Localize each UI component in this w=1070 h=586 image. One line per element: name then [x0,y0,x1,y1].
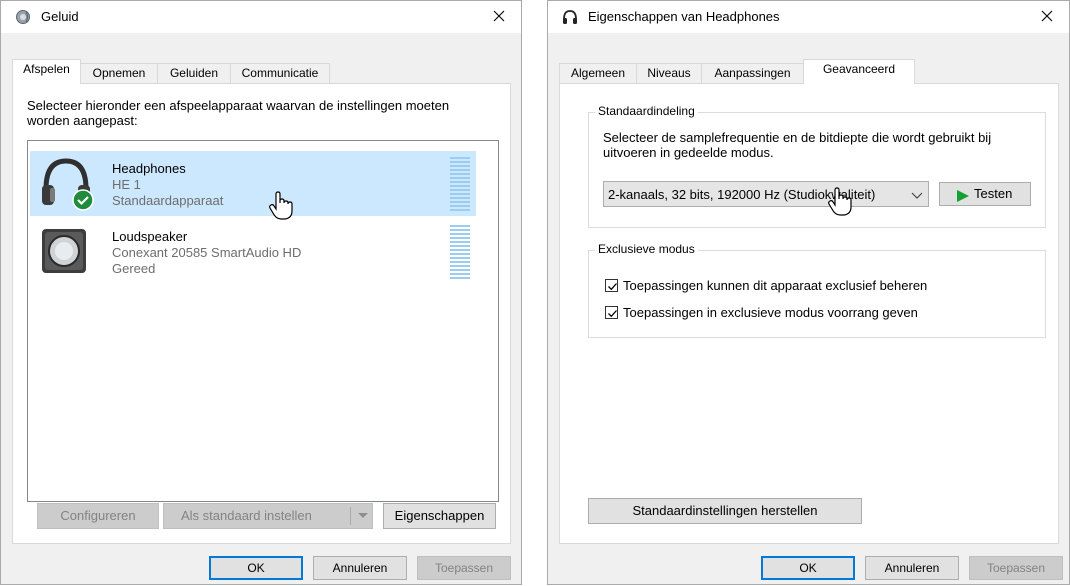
test-label: Testen [974,186,1013,201]
device-status: Standaardapparaat [112,193,224,208]
cancel-button[interactable]: Annuleren [313,556,407,580]
close-button[interactable] [1025,1,1069,33]
format-description: Selecteer de samplefrequentie en de bitd… [603,130,992,160]
close-button[interactable] [477,1,521,33]
tab-page: Selecteer hieronder een afspeelapparaat … [12,83,511,544]
hand-cursor-icon [828,187,854,217]
format-select[interactable]: 2-kanaals, 32 bits, 192000 Hz (Studiokwa… [603,181,929,207]
tab-label: Communicatie [241,66,319,80]
checkbox[interactable] [605,279,618,292]
tab-label: Geluiden [169,66,219,80]
device-name: Headphones [112,161,186,176]
tab-geluiden[interactable]: Geluiden [157,63,231,83]
device-list[interactable]: Headphones HE 1 Standaardapparaat Loudsp… [27,140,499,502]
set-default-label: Als standaard instellen [181,508,312,523]
checkmark-icon [72,189,94,211]
ok-button[interactable]: OK [761,556,855,580]
headphones-icon [562,9,578,25]
play-icon [956,188,970,202]
device-model: HE 1 [112,177,141,192]
volume-meter [450,225,470,281]
properties-dialog: Eigenschappen van Headphones Algemeen Ni… [547,0,1070,585]
device-status: Gereed [112,261,156,276]
dialog-title: Eigenschappen van Headphones [588,9,780,24]
checkbox-label: Toepassingen kunnen dit apparaat exclusi… [623,278,928,293]
chevron-down-icon [910,188,924,202]
tab-aanpassingen[interactable]: Aanpassingen [701,63,804,83]
tab-geavanceerd[interactable]: Geavanceerd [803,59,915,84]
group-legend: Exclusieve modus [595,242,698,256]
instruction-text: Selecteer hieronder een afspeelapparaat … [27,98,450,128]
format-select-value: 2-kanaals, 32 bits, 192000 Hz (Studiokwa… [608,187,876,202]
configure-button[interactable]: Configureren [37,503,159,529]
apply-button[interactable]: Toepassen [417,556,511,580]
tab-algemeen[interactable]: Algemeen [559,63,637,83]
tab-opnemen[interactable]: Opnemen [80,63,158,83]
ok-button[interactable]: OK [209,556,303,580]
properties-button[interactable]: Eigenschappen [383,503,496,529]
tab-afspelen[interactable]: Afspelen [12,59,81,84]
chevron-down-icon[interactable] [355,504,371,528]
tab-label: Aanpassingen [714,66,791,80]
checkbox[interactable] [605,306,618,319]
hand-cursor-icon [269,191,295,221]
close-icon [1041,10,1053,22]
list-item-headphones[interactable]: Headphones HE 1 Standaardapparaat [30,151,476,216]
title-bar[interactable]: Eigenschappen van Headphones [548,1,1069,33]
device-name: Loudspeaker [112,229,188,244]
tab-label: Niveaus [647,66,691,80]
apply-button[interactable]: Toepassen [969,556,1063,580]
exclusive-mode-group: Exclusieve modus Toepassingen kunnen dit… [588,242,1046,338]
tab-label: Afspelen [23,62,70,76]
checkbox-label: Toepassingen in exclusieve modus voorran… [623,305,918,320]
speaker-icon [40,227,88,275]
cancel-button[interactable]: Annuleren [865,556,959,580]
title-bar[interactable]: Geluid [1,1,521,33]
tab-niveaus[interactable]: Niveaus [636,63,702,83]
list-item-loudspeaker[interactable]: Loudspeaker Conexant 20585 SmartAudio HD… [30,221,476,281]
volume-meter [450,157,470,213]
checkmark-icon [608,310,617,318]
tab-label: Geavanceerd [822,62,896,76]
tab-communicatie[interactable]: Communicatie [230,63,330,83]
device-model: Conexant 20585 SmartAudio HD [112,245,302,260]
close-icon [493,10,505,22]
set-default-button[interactable]: Als standaard instellen [163,503,373,529]
tab-label: Opnemen [92,66,146,80]
split-divider [350,507,351,525]
restore-defaults-button[interactable]: Standaardinstellingen herstellen [588,498,862,524]
dialog-title: Geluid [41,9,79,24]
test-button[interactable]: Testen [939,182,1031,206]
checkmark-icon [608,283,617,291]
tab-page: Standaardindeling Selecteer de samplefre… [559,83,1059,544]
tab-label: Algemeen [570,66,626,80]
group-legend: Standaardindeling [595,104,698,118]
speaker-icon [15,9,31,25]
sound-dialog: Geluid Afspelen Opnemen Geluiden Communi… [0,0,522,585]
default-format-group: Standaardindeling Selecteer de samplefre… [588,104,1046,228]
